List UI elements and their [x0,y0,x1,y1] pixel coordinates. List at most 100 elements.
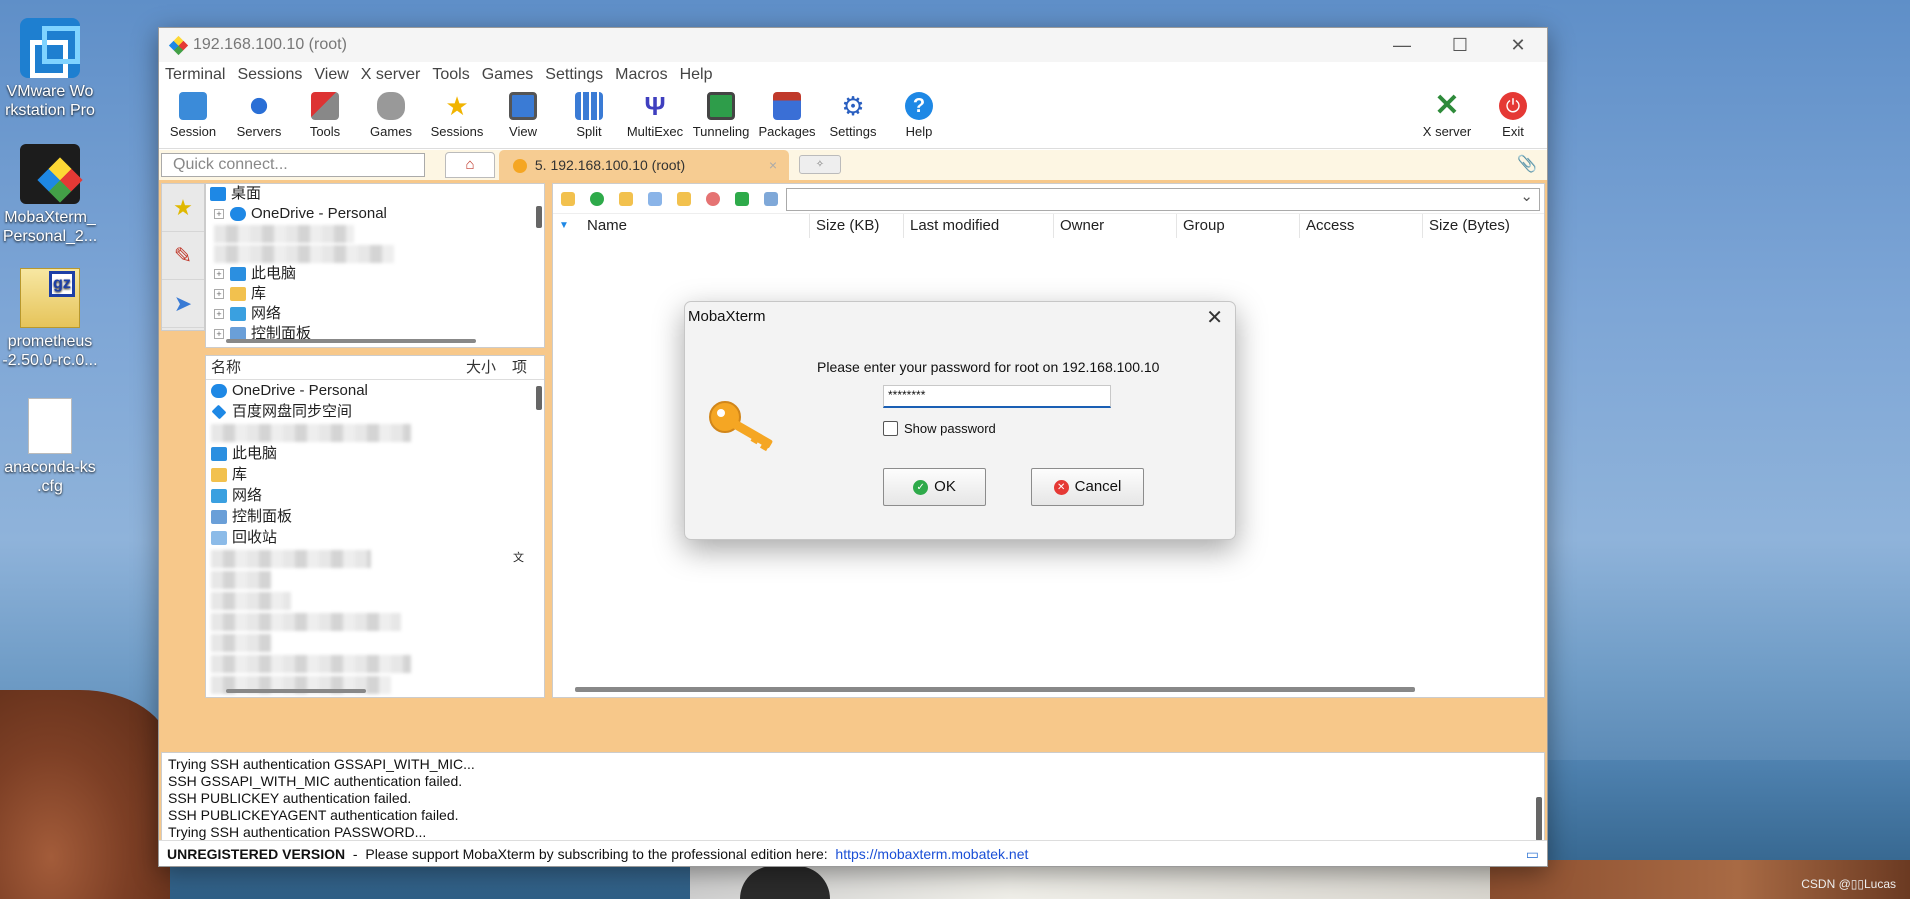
tree-scrollbar[interactable] [536,206,542,228]
tree-item[interactable]: + 此电脑 [206,264,544,284]
close-button[interactable]: ✕ [1489,30,1547,60]
file-list-scrollbar[interactable] [536,386,542,410]
title-bar[interactable]: 192.168.100.10 (root) — ☐ ✕ [159,28,1547,62]
monitor-status-icon[interactable]: ▭ [1526,841,1539,867]
side-tab-tools-icon[interactable]: ✎ [162,232,204,280]
desktop-icon-prometheus[interactable]: gz prometheus -2.50.0-rc.0... [0,268,100,370]
toolbar-tunneling-button[interactable]: Tunneling [689,90,753,139]
toolbar-servers-button[interactable]: Servers [227,90,291,139]
side-tab-sessions-icon[interactable]: ★ [162,184,204,232]
toolbar-session-button[interactable]: Session [161,90,225,139]
tree-item-label: 此电脑 [251,265,297,282]
column-group[interactable]: Group [1176,214,1225,238]
password-input[interactable]: ******** [883,385,1111,408]
menu-games[interactable]: Games [476,63,540,86]
column-last-modified[interactable]: Last modified [903,214,999,238]
desktop-icon-label: anaconda-ks [4,459,96,476]
toolbar-xserver-button[interactable]: ✕ X server [1415,90,1479,140]
paperclip-icon[interactable]: 📎 [1517,154,1537,174]
toolbar-label: Settings [829,124,877,139]
app-icon [168,35,189,56]
tab-close-icon[interactable]: × [769,150,777,180]
toolbar-sessions-button[interactable]: ★ Sessions [425,90,489,139]
maximize-button[interactable]: ☐ [1431,30,1489,60]
desktop-icon-vmware[interactable]: VMware Wo rkstation Pro [0,18,100,120]
tree-item[interactable]: + 网络 [206,304,544,324]
menu-sessions[interactable]: Sessions [231,63,308,86]
tree-item[interactable]: + 库 [206,284,544,304]
side-tab-macros-icon[interactable]: ➤ [162,280,204,328]
path-input[interactable] [786,187,1540,211]
toolbar-multiexec-button[interactable]: Ψ MultiExec [623,90,687,139]
toolbar-settings-button[interactable]: ⚙ Settings [821,90,885,139]
menu-macros[interactable]: Macros [609,63,673,86]
cloud-icon [211,384,227,399]
sftp-hscrollbar[interactable] [575,687,1415,692]
parent-folder-icon[interactable] [561,192,575,206]
new-folder-icon[interactable] [619,192,633,206]
delete-icon[interactable] [706,192,720,206]
toolbar-packages-button[interactable]: Packages [755,90,819,139]
sftp-toolbar [553,184,1544,214]
ok-button[interactable]: ✓ OK [883,468,986,506]
tab-session[interactable]: 5. 192.168.100.10 (root) × [499,150,789,180]
tree-hscrollbar[interactable] [226,339,476,343]
cancel-button[interactable]: ✕ Cancel [1031,468,1144,506]
show-password-checkbox[interactable] [883,421,898,436]
home-tab[interactable]: ⌂ [445,152,495,178]
toolbar-games-button[interactable]: Games [359,90,423,139]
column-name[interactable]: 名称 [211,359,241,376]
menu-x-server[interactable]: X server [355,63,427,86]
toolbar-split-button[interactable]: Split [557,90,621,139]
download-icon[interactable] [764,192,778,206]
toolbar: Session Servers Tools Games ★ Sessions Vi… [159,86,1547,149]
list-item[interactable]: 此电脑 [206,443,544,464]
expand-icon: + [214,289,224,300]
list-item-label: 控制面板 [232,508,293,525]
file-icon [28,398,72,454]
column-size[interactable]: 大小 [466,356,496,380]
show-password-label[interactable]: Show password [904,421,996,436]
toolbar-exit-button[interactable]: ⏻ Exit [1481,90,1545,139]
list-item[interactable]: 百度网盘同步空间 [206,401,544,422]
menu-settings[interactable]: Settings [539,63,609,86]
tree-root[interactable]: 桌面 [206,184,544,204]
refresh-icon[interactable] [590,192,604,206]
desktop-icon-mobaxterm[interactable]: MobaXterm_ Personal_2... [0,144,100,246]
menu-view[interactable]: View [308,63,354,86]
column-name[interactable]: Name [581,214,627,238]
toolbar-help-button[interactable]: ? Help [887,90,951,139]
upload-icon[interactable] [735,192,749,206]
toolbar-label: Tunneling [692,124,750,139]
check-icon: ✓ [913,479,929,495]
new-tab-button[interactable]: ✧ [799,155,841,174]
list-item[interactable]: OneDrive - Personal [206,380,544,401]
quick-connect-input[interactable]: Quick connect... [161,153,425,177]
desktop-icon-anaconda-cfg[interactable]: anaconda-ks .cfg [0,398,100,496]
file-list-hscrollbar[interactable] [226,689,366,693]
column-size-kb[interactable]: Size (KB) [809,214,879,238]
menu-tools[interactable]: Tools [426,63,475,86]
list-item[interactable]: 库 [206,464,544,485]
column-extra[interactable]: 项 [512,356,527,380]
toolbar-view-button[interactable]: View [491,90,555,139]
dialog-close-icon[interactable]: ✕ [1206,305,1223,330]
new-file-icon[interactable] [648,192,662,206]
library-folder-icon [211,468,227,483]
list-item[interactable]: 回收站 [206,527,544,548]
mobatek-link[interactable]: https://mobaxterm.mobatek.net [835,846,1028,862]
column-owner[interactable]: Owner [1053,214,1104,238]
open-folder-icon[interactable] [677,192,691,206]
column-access[interactable]: Access [1299,214,1354,238]
terminal-scrollbar[interactable] [1536,797,1542,841]
computer-icon [230,267,246,282]
column-size-bytes[interactable]: Size (Bytes) [1422,214,1510,238]
menu-terminal[interactable]: Terminal [159,63,231,86]
list-item[interactable]: 控制面板 [206,506,544,527]
minimize-button[interactable]: — [1373,30,1431,60]
tree-item[interactable]: + OneDrive - Personal [206,204,544,224]
list-item[interactable]: 网络 [206,485,544,506]
menu-help[interactable]: Help [674,63,719,86]
toolbar-tools-button[interactable]: Tools [293,90,357,139]
console-line: SSH GSSAPI_WITH_MIC authentication faile… [168,773,463,789]
